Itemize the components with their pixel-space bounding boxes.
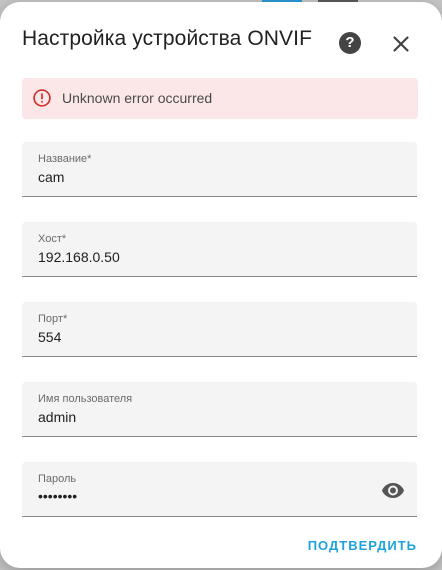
host-field[interactable]: Хост* 192.168.0.50	[22, 222, 417, 277]
username-field-value[interactable]: admin	[38, 409, 76, 425]
name-field-value[interactable]: cam	[38, 169, 64, 185]
onvif-config-dialog: Настройка устройства ONVIF ? Unknown err…	[0, 2, 442, 568]
host-field-label: Хост*	[38, 233, 67, 245]
help-icon[interactable]: ?	[339, 32, 361, 54]
submit-button[interactable]: ПОДТВЕРДИТЬ	[308, 538, 417, 553]
name-field-label: Название*	[38, 153, 92, 165]
password-field[interactable]: Пароль ••••••••	[22, 462, 417, 517]
port-field-value[interactable]: 554	[38, 329, 61, 345]
password-field-value[interactable]: ••••••••	[38, 488, 77, 504]
close-icon[interactable]	[388, 31, 414, 57]
eye-icon[interactable]	[381, 478, 405, 502]
port-field-label: Порт*	[38, 313, 68, 325]
username-field[interactable]: Имя пользователя admin	[22, 382, 417, 437]
password-field-label: Пароль	[38, 473, 77, 485]
username-field-label: Имя пользователя	[38, 393, 133, 405]
alert-circle-icon	[32, 88, 52, 108]
error-banner: Unknown error occurred	[22, 78, 418, 119]
port-field[interactable]: Порт* 554	[22, 302, 417, 357]
host-field-value[interactable]: 192.168.0.50	[38, 249, 120, 265]
error-message: Unknown error occurred	[62, 90, 213, 106]
name-field[interactable]: Название* cam	[22, 142, 417, 197]
dialog-title: Настройка устройства ONVIF	[22, 27, 313, 50]
